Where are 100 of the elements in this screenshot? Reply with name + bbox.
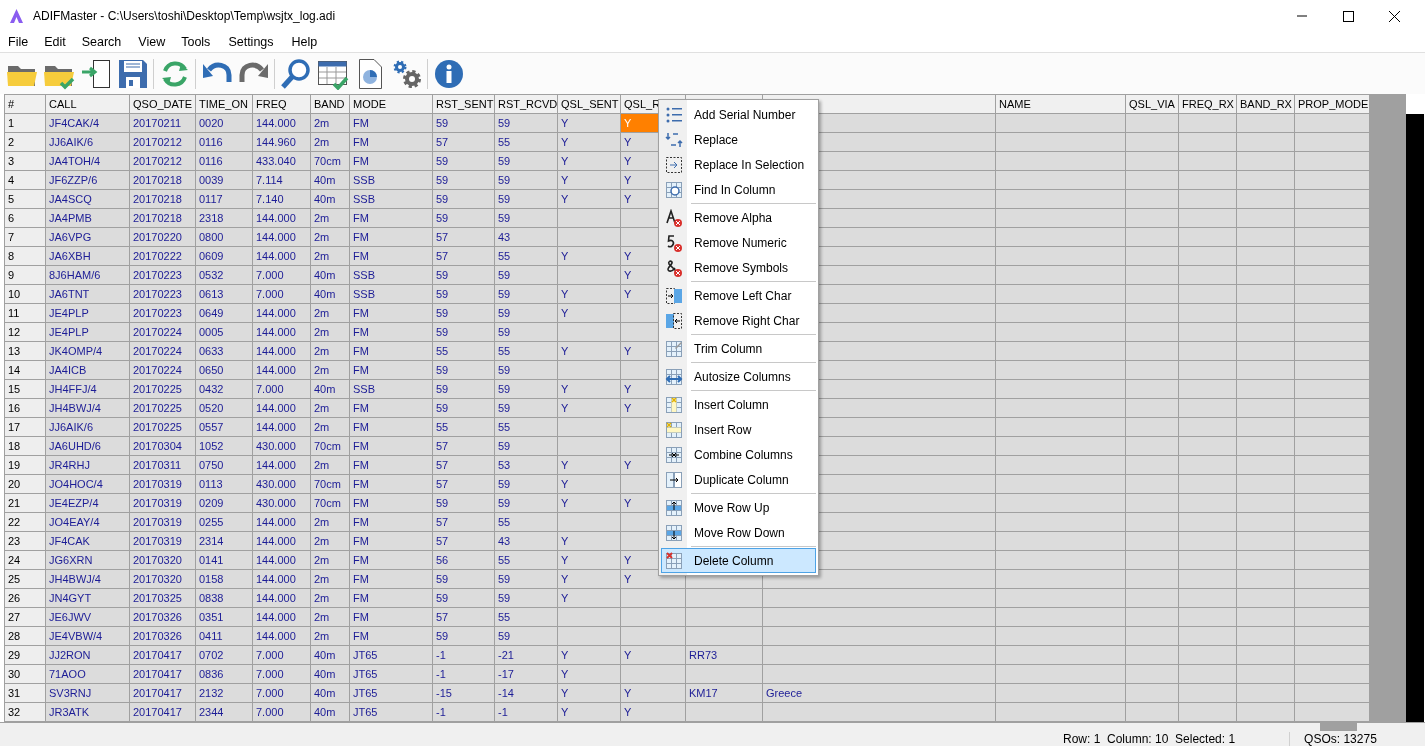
table-cell: Y: [558, 342, 621, 361]
table-cell: FM: [350, 475, 433, 494]
table-cell: 59: [495, 589, 558, 608]
table-cell: [1237, 551, 1295, 570]
table-cell: 0209: [196, 494, 253, 513]
table-cell: Y: [558, 133, 621, 152]
menu-item[interactable]: Settings: [221, 32, 280, 52]
column-header[interactable]: #: [5, 95, 46, 114]
table-cell: 2m: [311, 589, 350, 608]
column-header[interactable]: CALL: [46, 95, 130, 114]
row-number: 32: [5, 703, 46, 722]
menu-item[interactable]: View: [131, 32, 172, 52]
table-cell: 40m: [311, 266, 350, 285]
table-cell: [1126, 399, 1179, 418]
menu-item[interactable]: Delete Column: [661, 548, 816, 573]
column-header[interactable]: RST_RCVD: [495, 95, 558, 114]
column-header[interactable]: FREQ: [253, 95, 311, 114]
row-number: 25: [5, 570, 46, 589]
table-cell: [1237, 133, 1295, 152]
table-cell: 0005: [196, 323, 253, 342]
table-cell: 59: [433, 114, 495, 133]
table-cell: 20170223: [130, 304, 196, 323]
table-cell: JA6UHD/6: [46, 437, 130, 456]
table-cell: [1237, 494, 1295, 513]
vertical-scrollbar[interactable]: [1406, 114, 1424, 722]
table-cell: 59: [495, 570, 558, 589]
table-cell: 2m: [311, 532, 350, 551]
table-cell: 7.000: [253, 684, 311, 703]
row-down-icon: [665, 523, 683, 542]
table-cell: 70cm: [311, 475, 350, 494]
table-cell: 144.000: [253, 228, 311, 247]
table-cell: 59: [495, 475, 558, 494]
menu-item[interactable]: Tools: [174, 32, 217, 52]
horizontal-scrollbar[interactable]: [0, 722, 1425, 731]
table-cell: 20170319: [130, 475, 196, 494]
table-cell: 43: [495, 532, 558, 551]
table-cell: FM: [350, 589, 433, 608]
table-cell: [1126, 589, 1179, 608]
menu-item[interactable]: Insert Row: [661, 417, 816, 442]
table-cell: [1237, 304, 1295, 323]
table-cell: 2m: [311, 551, 350, 570]
table-cell: 0649: [196, 304, 253, 323]
table-cell: 20170319: [130, 513, 196, 532]
menu-item[interactable]: Help: [284, 32, 324, 52]
table-cell: 8J6HAM/6: [46, 266, 130, 285]
insert-row-icon: [665, 420, 683, 439]
menu-item[interactable]: File: [1, 32, 35, 52]
table-cell: [558, 437, 621, 456]
row-number: 2: [5, 133, 46, 152]
menu-item[interactable]: Remove Right Char: [661, 308, 816, 333]
table-cell: Y: [558, 285, 621, 304]
column-header[interactable]: PROP_MODE: [1295, 95, 1370, 114]
table-cell: [1179, 513, 1237, 532]
remove-alpha-icon: [665, 208, 683, 227]
row-number: 24: [5, 551, 46, 570]
column-header[interactable]: BAND_RX: [1237, 95, 1295, 114]
table-cell: Y: [558, 475, 621, 494]
column-header[interactable]: QSL_VIA: [1126, 95, 1179, 114]
column-header[interactable]: MODE: [350, 95, 433, 114]
menu-item[interactable]: Edit: [37, 32, 72, 52]
table-cell: 7.140: [253, 190, 311, 209]
table-cell: 20170325: [130, 589, 196, 608]
table-cell: [1126, 646, 1179, 665]
table-cell: [1179, 171, 1237, 190]
menu-item[interactable]: Search: [74, 32, 128, 52]
table-cell: FM: [350, 513, 433, 532]
table-cell: 59: [433, 323, 495, 342]
table-cell: 0800: [196, 228, 253, 247]
column-header[interactable]: QSO_DATE: [130, 95, 196, 114]
table-cell: [1237, 266, 1295, 285]
column-header[interactable]: QSL_SENT: [558, 95, 621, 114]
table-cell: 20170224: [130, 342, 196, 361]
table-cell: FM: [350, 361, 433, 380]
remove-left-icon: [665, 286, 683, 305]
table-cell: 7.000: [253, 665, 311, 684]
table-cell: FM: [350, 342, 433, 361]
table-cell: -15: [433, 684, 495, 703]
table-cell: [1126, 285, 1179, 304]
table-cell: [1237, 703, 1295, 722]
table-cell: [558, 361, 621, 380]
column-header[interactable]: RST_SENT: [433, 95, 495, 114]
column-header[interactable]: FREQ_RX: [1179, 95, 1237, 114]
row-number: 13: [5, 342, 46, 361]
table-cell: 59: [433, 190, 495, 209]
table-cell: Y: [621, 684, 686, 703]
menu-item[interactable]: Move Row Down: [661, 520, 816, 545]
column-header[interactable]: NAME: [996, 95, 1126, 114]
table-cell: 55: [495, 418, 558, 437]
table-cell: 0255: [196, 513, 253, 532]
column-header[interactable]: TIME_ON: [196, 95, 253, 114]
table-cell: 57: [433, 228, 495, 247]
table-cell: 59: [433, 209, 495, 228]
row-number: 3: [5, 152, 46, 171]
table-cell: 7.000: [253, 266, 311, 285]
column-header[interactable]: BAND: [311, 95, 350, 114]
table-cell: 55: [495, 342, 558, 361]
table-cell: 57: [433, 133, 495, 152]
table-cell: FM: [350, 399, 433, 418]
table-cell: 2m: [311, 228, 350, 247]
table-cell: 20170225: [130, 418, 196, 437]
